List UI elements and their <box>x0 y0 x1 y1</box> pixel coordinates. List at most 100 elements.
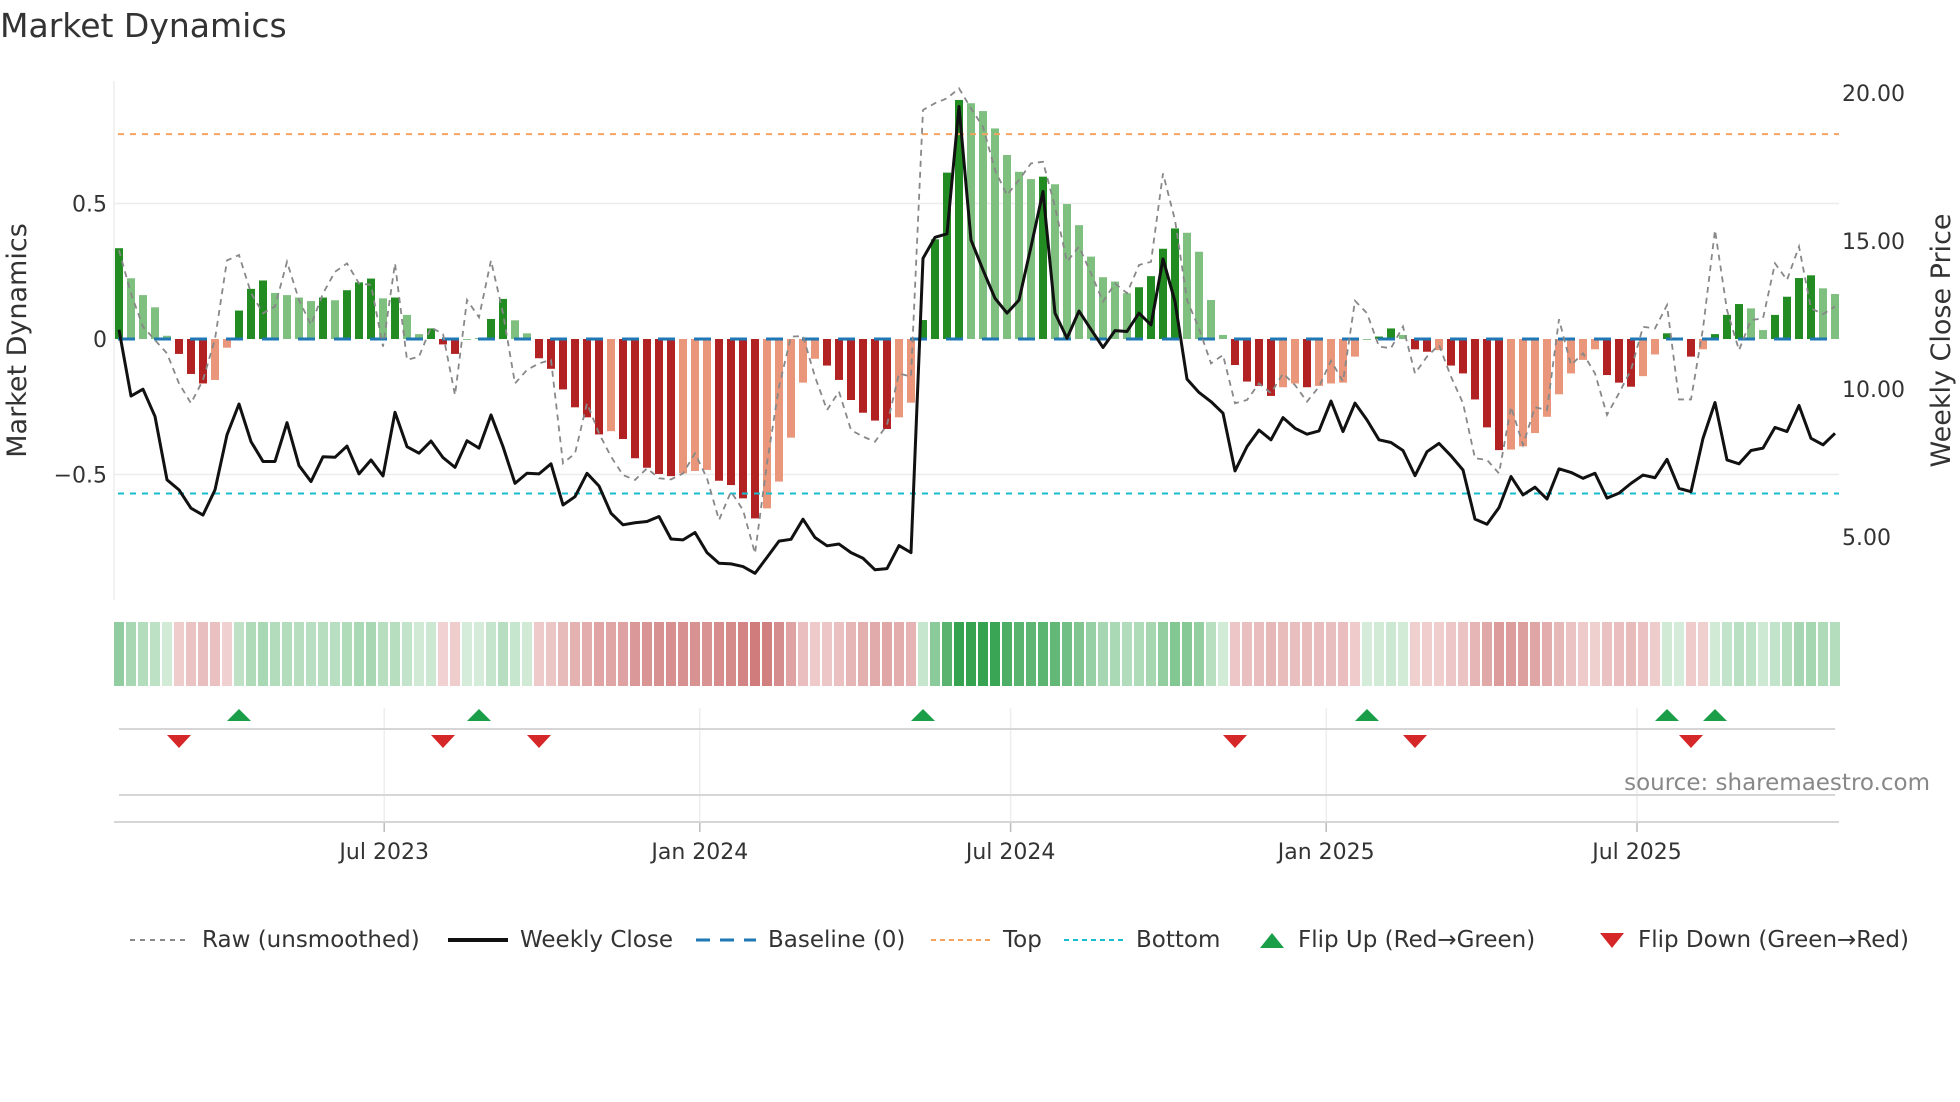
regime-strip-cell <box>234 622 244 686</box>
regime-strip-cell <box>1602 622 1612 686</box>
regime-strip-cell <box>258 622 268 686</box>
oscillator-bar <box>715 339 723 481</box>
legend-label: Raw (unsmoothed) <box>202 927 420 953</box>
regime-strip-cell <box>150 622 160 686</box>
regime-strip-cell <box>1206 622 1216 686</box>
flip-down-marker <box>167 735 191 748</box>
regime-strip-cell <box>1782 622 1792 686</box>
oscillator-bar <box>235 310 243 340</box>
regime-strip-cell <box>630 622 640 686</box>
regime-strip-cell <box>738 622 748 686</box>
oscillator-bar <box>1015 171 1023 340</box>
regime-strip-cell <box>1638 622 1648 686</box>
regime-strip-cell <box>1086 622 1096 686</box>
oscillator-bar <box>283 295 291 340</box>
regime-strip-cell <box>750 622 760 686</box>
oscillator-bar <box>1687 339 1695 357</box>
regime-strip-cell <box>1830 622 1840 686</box>
regime-strip-cell <box>306 622 316 686</box>
regime-strip-cell <box>354 622 364 686</box>
regime-strip-cell <box>462 622 472 686</box>
flip-down-marker <box>527 735 551 748</box>
flip-down-icon <box>1600 933 1624 948</box>
regime-strip-cell <box>882 622 892 686</box>
regime-strip-cell <box>1434 622 1444 686</box>
oscillator-bar <box>1723 314 1731 340</box>
regime-strip-cell <box>1170 622 1180 686</box>
flip-up-icon <box>1260 933 1284 948</box>
regime-strip-cell <box>1542 622 1552 686</box>
oscillator-bar <box>607 339 615 432</box>
regime-strip-cell <box>918 622 928 686</box>
regime-strip-cell <box>1362 622 1372 686</box>
regime-strip-cell <box>378 622 388 686</box>
regime-strip-cell <box>618 622 628 686</box>
regime-strip-cell <box>834 622 844 686</box>
regime-strip-cell <box>174 622 184 686</box>
oscillator-bar <box>391 297 399 340</box>
legend-item-baseline: Baseline (0) <box>696 920 905 960</box>
regime-strip-cell <box>786 622 796 686</box>
oscillator-bar <box>1783 296 1791 340</box>
oscillator-bar <box>367 278 375 340</box>
regime-strip-cell <box>762 622 772 686</box>
regime-strip-cell <box>810 622 820 686</box>
source-credit: source: sharemaestro.com <box>1624 770 1930 796</box>
regime-strip-cell <box>1806 622 1816 686</box>
oscillator-bar <box>631 339 639 459</box>
oscillator-bar <box>727 339 735 486</box>
oscillator-bar <box>1795 278 1803 340</box>
regime-strip-cell <box>198 622 208 686</box>
y2-axis-label: Weekly Close Price <box>1926 213 1957 467</box>
oscillator-bar <box>979 111 987 340</box>
oscillator-bar <box>1195 251 1203 340</box>
flip-up-marker <box>1355 709 1379 721</box>
regime-strip-cell <box>1074 622 1084 686</box>
regime-strip-cell <box>366 622 376 686</box>
regime-strip-cell <box>1698 622 1708 686</box>
oscillator-bar <box>799 339 807 383</box>
regime-strip-cell <box>1350 622 1360 686</box>
regime-strip-cell <box>1566 622 1576 686</box>
legend-item-flip-up: Flip Up (Red→Green) <box>1258 920 1535 960</box>
oscillator-bar <box>1747 308 1755 340</box>
regime-strip-cell <box>1734 622 1744 686</box>
oscillator-bar <box>1447 339 1455 366</box>
regime-strip-cell <box>510 622 520 686</box>
oscillator-bar <box>895 339 903 418</box>
oscillator-bar <box>1219 334 1227 340</box>
oscillator-bar <box>1291 339 1299 384</box>
regime-strip-cell <box>546 622 556 686</box>
regime-strip-cell <box>1014 622 1024 686</box>
oscillator-bar <box>1495 339 1503 451</box>
x-tick-label: Jul 2025 <box>1590 840 1682 865</box>
oscillator-bar <box>127 278 135 340</box>
regime-strip-cell <box>582 622 592 686</box>
top-swatch-icon <box>931 939 991 941</box>
regime-strip-cell <box>1458 622 1468 686</box>
regime-strip-cell <box>870 622 880 686</box>
legend-item-raw: Raw (unsmoothed) <box>130 920 420 960</box>
oscillator-bar <box>1555 339 1563 395</box>
regime-strip-cell <box>594 622 604 686</box>
oscillator-bar <box>811 339 819 359</box>
oscillator-bar <box>751 339 759 519</box>
regime-strip-cell <box>822 622 832 686</box>
regime-strip-cell <box>1314 622 1324 686</box>
oscillator-bar <box>655 339 663 474</box>
regime-strip-cell <box>1482 622 1492 686</box>
regime-strip-cell <box>678 622 688 686</box>
regime-strip-cell <box>186 622 196 686</box>
flip-down-marker <box>1223 735 1247 748</box>
regime-strip-cell <box>246 622 256 686</box>
legend-label: Weekly Close <box>520 927 673 953</box>
regime-strip-cell <box>1002 622 1012 686</box>
regime-strip-cell <box>714 622 724 686</box>
oscillator-bar <box>679 339 687 474</box>
regime-strip-cell <box>966 622 976 686</box>
oscillator-bar <box>271 292 279 340</box>
legend-label: Flip Down (Green→Red) <box>1638 927 1909 953</box>
oscillator-bar <box>1831 294 1839 340</box>
oscillator-bar <box>463 339 471 340</box>
regime-strip-cell <box>1386 622 1396 686</box>
